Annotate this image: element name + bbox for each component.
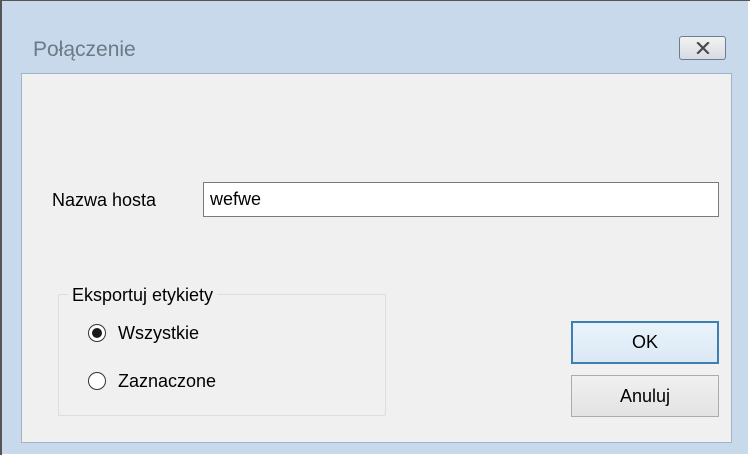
cancel-button[interactable]: Anuluj [571,375,719,417]
host-name-input[interactable] [203,182,719,217]
window-title: Połączenie [33,38,136,61]
radio-button-unselected[interactable] [88,372,106,390]
dialog-window: Połączenie Nazwa hosta Eksportuj etykiet… [0,0,750,455]
export-labels-groupbox [58,294,386,416]
host-label: Nazwa hosta [52,190,157,210]
radio-button-selected[interactable] [88,324,106,342]
radio-selected-items[interactable]: Zaznaczone [88,370,216,392]
window-edge-left [0,0,2,455]
export-labels-group-title: Eksportuj etykiety [68,284,218,306]
radio-all-label: Wszystkie [118,323,199,343]
close-x-icon [695,42,710,54]
radio-all[interactable]: Wszystkie [88,322,199,344]
radio-selected-items-label: Zaznaczone [118,371,217,391]
close-button[interactable] [679,36,726,60]
radio-dot [92,328,102,338]
ok-button[interactable]: OK [571,321,719,364]
